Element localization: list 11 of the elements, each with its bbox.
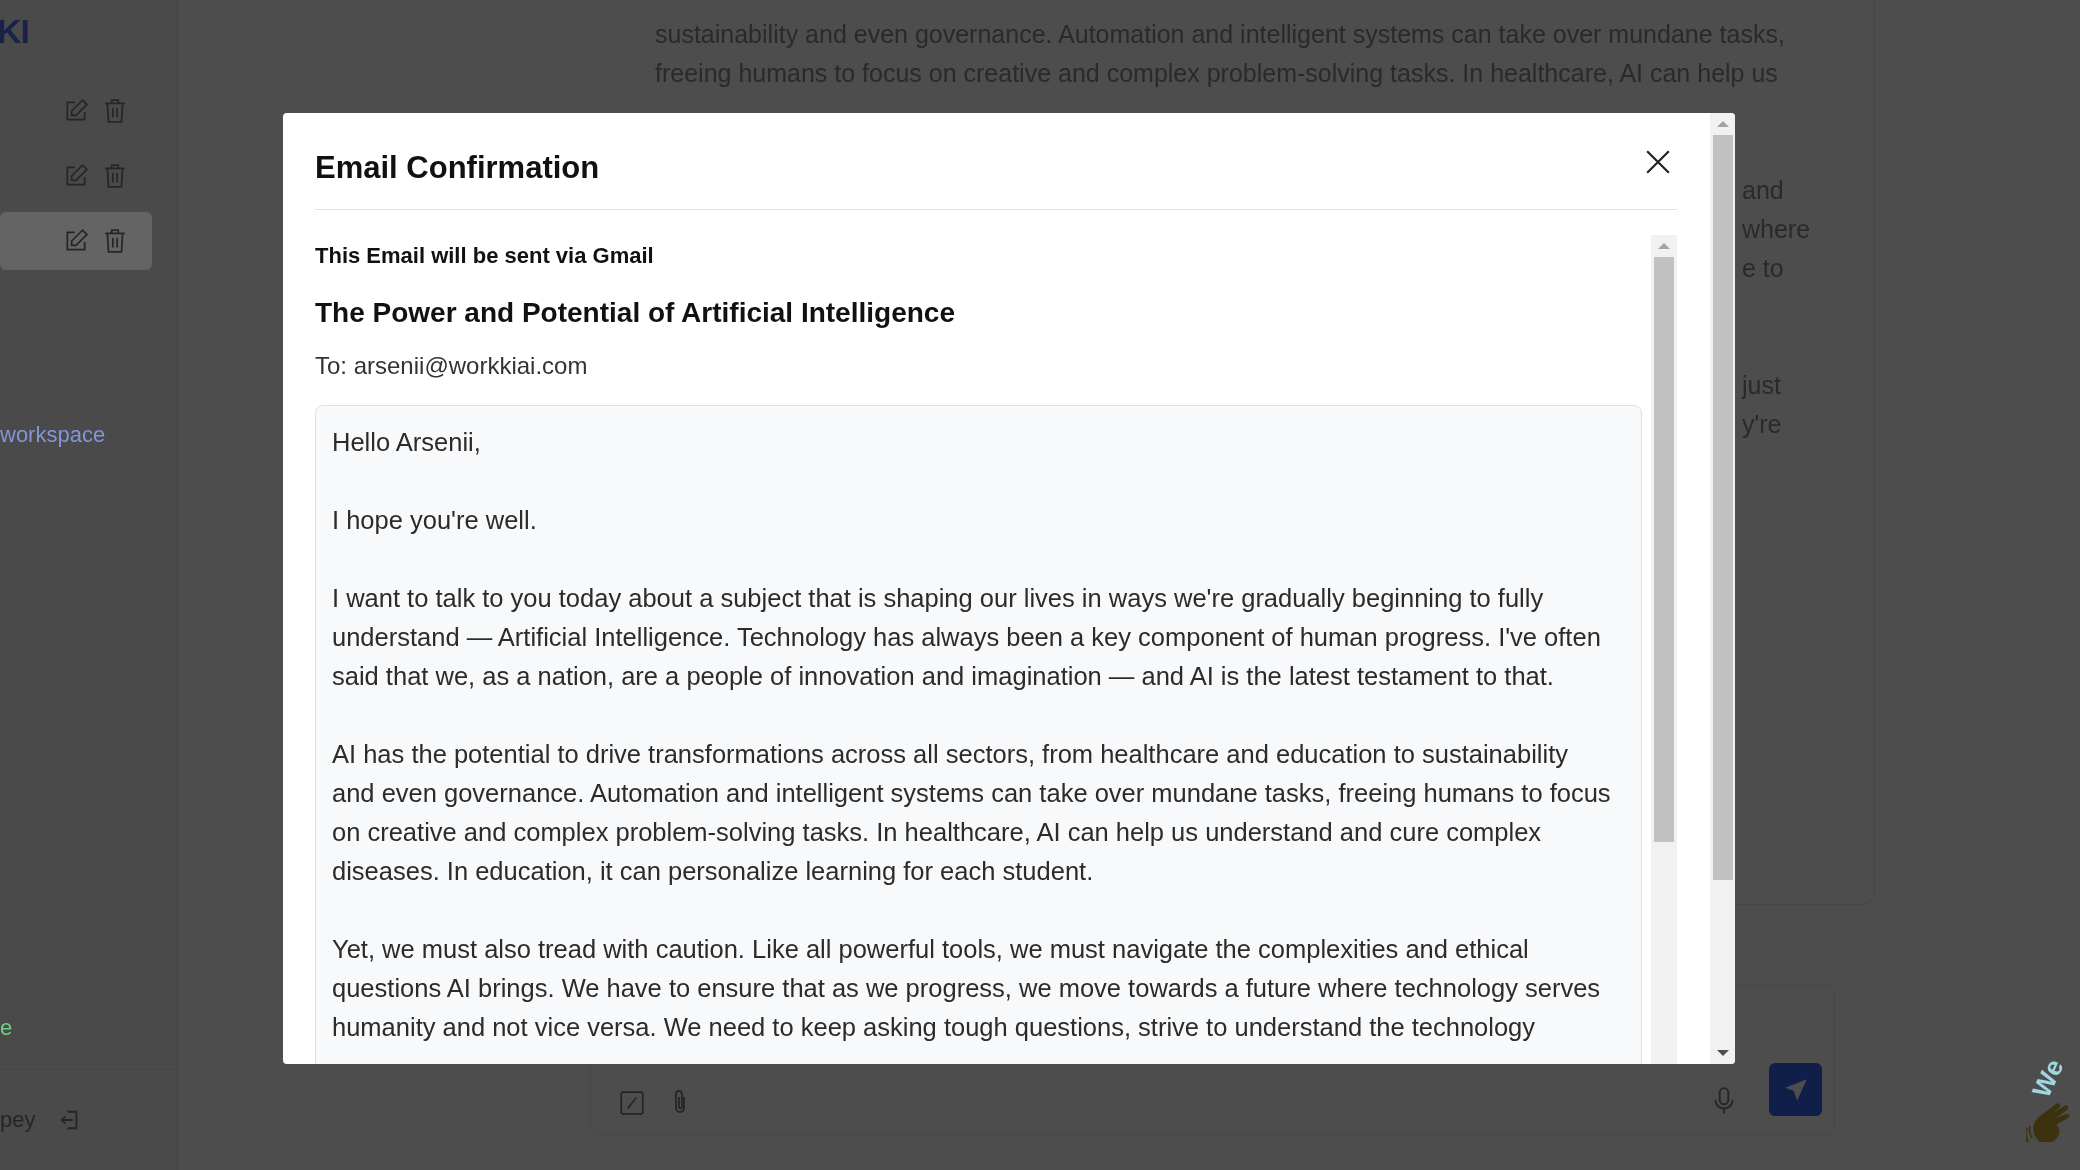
- recipient-text: To: arsenii@workkiai.com: [315, 351, 589, 381]
- email-paragraph: Yet, we must also tread with caution. Like all powerful tools, we must navigate the complexities and ethical questions AI brings. We have to ensure that as we progress, we move towards a future where technology serves humanity and not vice versa. We need to keep asking tough questions, strive to understand the technology: [332, 934, 1602, 1043]
- email-paragraph: I want to talk to you today about a subject that is shaping our lives in ways we're gradually beginning to fully understand — Artificial Intelligence. Technology has always been a key component of human progress. I've often said that we, as a nation, are a people of innovation and imagination — and AI is the latest testament to that.: [332, 583, 1602, 692]
- notice-text: This Email will be sent via Gmail: [315, 242, 655, 270]
- dialog-title: Email Confirmation: [315, 150, 600, 186]
- email-paragraph: I hope you're well.: [332, 505, 538, 536]
- email-subject: The Power and Potential of Artificial Intelligence: [315, 296, 956, 330]
- status-text: e: [0, 1015, 14, 1041]
- email-paragraph: Hello Arsenii,: [332, 427, 482, 458]
- email-paragraph: AI has the potential to drive transformations across all sectors, from healthcare and education to sustainability and even governance. Automation and intelligent systems can take over mundane tasks, freeing humans to focus on creative and complex problem-solving tasks. In healthcare, AI can help us understand and cure complex diseases. In education, it can personalize learning for each student.: [332, 739, 1612, 887]
- badge-text: We: [2026, 1054, 2071, 1103]
